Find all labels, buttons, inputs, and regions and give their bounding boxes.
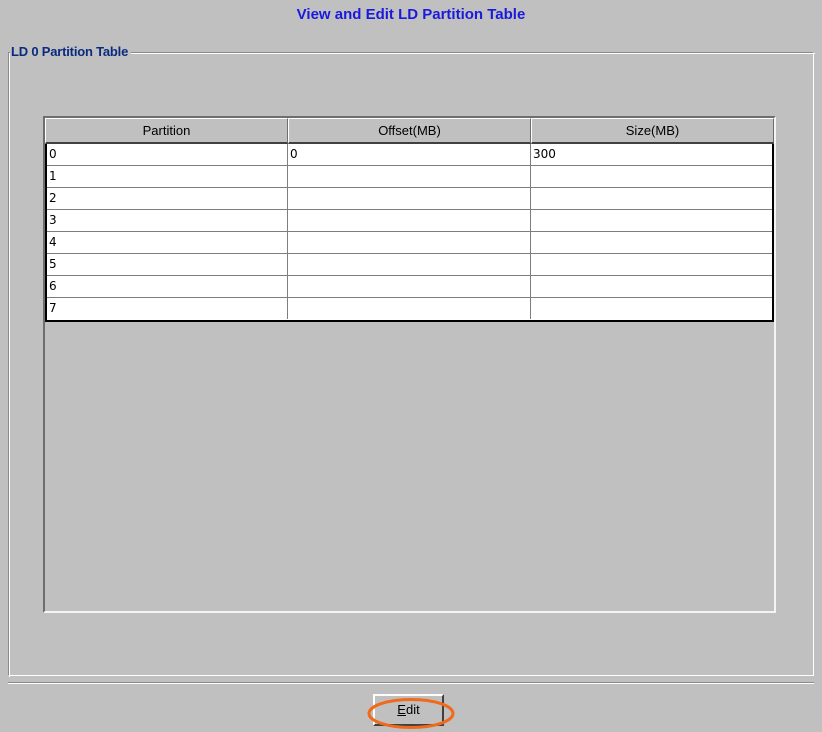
bottom-divider (8, 682, 814, 684)
edit-mnemonic: E (397, 702, 406, 717)
table-row[interactable]: 6 (47, 276, 772, 298)
cell-partition[interactable]: 6 (47, 276, 288, 297)
table-row[interactable]: 7 (47, 298, 772, 320)
column-header-size[interactable]: Size(MB) (531, 118, 774, 144)
cell-offset[interactable] (288, 276, 531, 297)
cell-size[interactable] (531, 276, 772, 297)
cell-offset[interactable] (288, 232, 531, 253)
cell-partition[interactable]: 3 (47, 210, 288, 231)
table-header: Partition Offset(MB) Size(MB) (45, 118, 774, 144)
cell-partition[interactable]: 4 (47, 232, 288, 253)
cell-offset[interactable] (288, 298, 531, 319)
table-row[interactable]: 4 (47, 232, 772, 254)
cell-size[interactable] (531, 188, 772, 209)
table-row[interactable]: 2 (47, 188, 772, 210)
cell-partition[interactable]: 5 (47, 254, 288, 275)
cell-size[interactable]: 300 (531, 144, 772, 165)
cell-partition[interactable]: 1 (47, 166, 288, 187)
table-body: 0 0 300 1 2 3 4 5 6 7 (45, 144, 774, 322)
cell-partition[interactable]: 0 (47, 144, 288, 165)
edit-label-rest: dit (405, 702, 420, 717)
cell-offset[interactable] (288, 254, 531, 275)
partition-table: Partition Offset(MB) Size(MB) 0 0 300 1 … (43, 116, 776, 613)
cell-offset[interactable] (288, 210, 531, 231)
cell-offset[interactable] (288, 166, 531, 187)
cell-offset[interactable]: 0 (288, 144, 531, 165)
cell-size[interactable] (531, 166, 772, 187)
cell-offset[interactable] (288, 188, 531, 209)
cell-size[interactable] (531, 254, 772, 275)
cell-size[interactable] (531, 210, 772, 231)
cell-partition[interactable]: 2 (47, 188, 288, 209)
column-header-partition[interactable]: Partition (45, 118, 288, 144)
group-title: LD 0 Partition Table (10, 44, 132, 60)
edit-button[interactable]: Edit (373, 694, 444, 726)
column-header-offset[interactable]: Offset(MB) (288, 118, 531, 144)
cell-partition[interactable]: 7 (47, 298, 288, 319)
table-row[interactable]: 3 (47, 210, 772, 232)
page-title: View and Edit LD Partition Table (296, 6, 526, 23)
table-row[interactable]: 0 0 300 (47, 144, 772, 166)
table-row[interactable]: 1 (47, 166, 772, 188)
cell-size[interactable] (531, 232, 772, 253)
cell-size[interactable] (531, 298, 772, 319)
table-row[interactable]: 5 (47, 254, 772, 276)
